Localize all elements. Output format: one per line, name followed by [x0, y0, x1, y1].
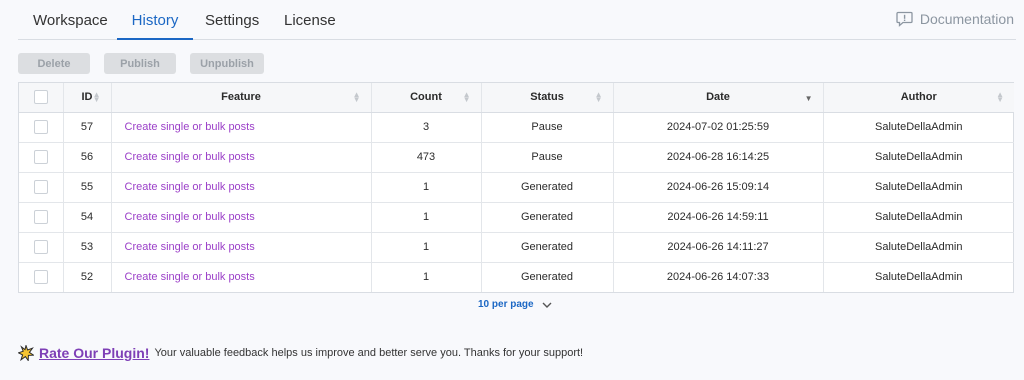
- rate-plugin-banner: Rate Our Plugin! Your valuable feedback …: [18, 345, 583, 361]
- unpublish-button[interactable]: Unpublish: [190, 53, 264, 74]
- id-cell: 57: [63, 112, 112, 143]
- column-header-date[interactable]: Date ▼: [613, 83, 824, 113]
- count-cell: 3: [371, 112, 482, 143]
- date-cell: 2024-06-26 14:11:27: [613, 232, 824, 263]
- sort-desc-icon: ▼: [804, 94, 813, 103]
- feature-link[interactable]: Create single or bulk posts: [111, 232, 372, 263]
- bulk-actions: Delete Publish Unpublish: [18, 53, 264, 74]
- date-cell: 2024-06-28 16:14:25: [613, 142, 824, 173]
- comment-alert-icon: [896, 11, 913, 27]
- date-cell: 2024-06-26 14:59:11: [613, 202, 824, 233]
- count-cell: 1: [371, 232, 482, 263]
- history-table: ID ▲ ▼ Feature ▲ ▼ Count ▲ ▼ Status ▲ ▼ Date ▼ Au…: [18, 82, 1014, 293]
- row-checkbox[interactable]: [33, 270, 48, 285]
- column-header-status[interactable]: Status ▲ ▼: [481, 83, 614, 113]
- tab-history[interactable]: History: [117, 12, 193, 40]
- sort-icon: ▲ ▼: [92, 90, 101, 104]
- tab-settings[interactable]: Settings: [205, 12, 259, 40]
- id-cell: 53: [63, 232, 112, 263]
- per-page-select[interactable]: 10 per page: [478, 299, 552, 310]
- feature-link[interactable]: Create single or bulk posts: [111, 202, 372, 233]
- status-cell: Generated: [481, 262, 614, 292]
- table-row: 57 Create single or bulk posts 3 Pause 2…: [19, 112, 1014, 143]
- publish-button[interactable]: Publish: [104, 53, 176, 74]
- select-all-header: [19, 83, 64, 113]
- per-page-label: 10 per page: [478, 299, 534, 310]
- status-cell: Pause: [481, 142, 614, 173]
- author-cell: SaluteDellaAdmin: [823, 202, 1014, 233]
- count-cell: 1: [371, 172, 482, 203]
- column-header-author[interactable]: Author ▲ ▼: [823, 83, 1014, 113]
- rate-message: Your valuable feedback helps us improve …: [154, 347, 584, 359]
- date-cell: 2024-06-26 15:09:14: [613, 172, 824, 203]
- star-burst-icon: [18, 345, 34, 361]
- tab-bar: Workspace History Settings License Docum…: [18, 0, 1016, 40]
- feature-link[interactable]: Create single or bulk posts: [111, 172, 372, 203]
- row-checkbox[interactable]: [33, 180, 48, 194]
- status-cell: Generated: [481, 202, 614, 233]
- date-cell: 2024-06-26 14:07:33: [613, 262, 824, 292]
- status-cell: Pause: [481, 112, 614, 143]
- table-header-row: ID ▲ ▼ Feature ▲ ▼ Count ▲ ▼ Status ▲ ▼ Date ▼ Au…: [19, 83, 1014, 113]
- count-cell: 473: [371, 142, 482, 173]
- id-cell: 52: [63, 262, 112, 292]
- documentation-label: Documentation: [919, 11, 1014, 27]
- table-row: 54 Create single or bulk posts 1 Generat…: [19, 202, 1014, 233]
- date-cell: 2024-07-02 01:25:59: [613, 112, 824, 143]
- select-all-checkbox[interactable]: [33, 90, 48, 105]
- feature-link[interactable]: Create single or bulk posts: [111, 142, 372, 173]
- feature-link[interactable]: Create single or bulk posts: [111, 112, 372, 143]
- sort-icon: ▲ ▼: [352, 90, 361, 104]
- status-cell: Generated: [481, 232, 614, 263]
- column-header-id[interactable]: ID ▲ ▼: [63, 83, 112, 113]
- author-cell: SaluteDellaAdmin: [823, 232, 1014, 263]
- delete-button[interactable]: Delete: [18, 53, 90, 74]
- documentation-link[interactable]: Documentation: [896, 11, 1014, 27]
- table-row: 53 Create single or bulk posts 1 Generat…: [19, 232, 1014, 263]
- table-row: 55 Create single or bulk posts 1 Generat…: [19, 172, 1014, 203]
- id-cell: 55: [63, 172, 112, 203]
- tab-workspace[interactable]: Workspace: [33, 12, 108, 40]
- sort-icon: ▲ ▼: [594, 90, 603, 104]
- sort-icon: ▲ ▼: [996, 90, 1004, 104]
- author-cell: SaluteDellaAdmin: [823, 112, 1014, 143]
- row-checkbox[interactable]: [33, 210, 48, 224]
- author-cell: SaluteDellaAdmin: [823, 142, 1014, 173]
- row-checkbox[interactable]: [33, 240, 48, 254]
- feature-link[interactable]: Create single or bulk posts: [111, 262, 372, 292]
- author-cell: SaluteDellaAdmin: [875, 271, 963, 284]
- author-cell: SaluteDellaAdmin: [823, 172, 1014, 203]
- table-row: 56 Create single or bulk posts 473 Pause…: [19, 142, 1014, 173]
- column-header-feature[interactable]: Feature ▲ ▼: [111, 83, 372, 113]
- id-cell: 54: [63, 202, 112, 233]
- id-cell: 56: [63, 142, 112, 173]
- column-header-count[interactable]: Count ▲ ▼: [371, 83, 482, 113]
- chevron-down-icon: [542, 302, 552, 308]
- table-row: 52 Create single or bulk posts 1 Generat…: [19, 262, 1014, 292]
- row-checkbox[interactable]: [33, 120, 48, 134]
- count-cell: 1: [371, 262, 482, 292]
- row-checkbox[interactable]: [33, 150, 48, 164]
- tab-license[interactable]: License: [284, 12, 336, 40]
- status-cell: Generated: [481, 172, 614, 203]
- rate-plugin-link[interactable]: Rate Our Plugin!: [39, 345, 149, 361]
- count-cell: 1: [371, 202, 482, 233]
- sort-icon: ▲ ▼: [462, 90, 471, 104]
